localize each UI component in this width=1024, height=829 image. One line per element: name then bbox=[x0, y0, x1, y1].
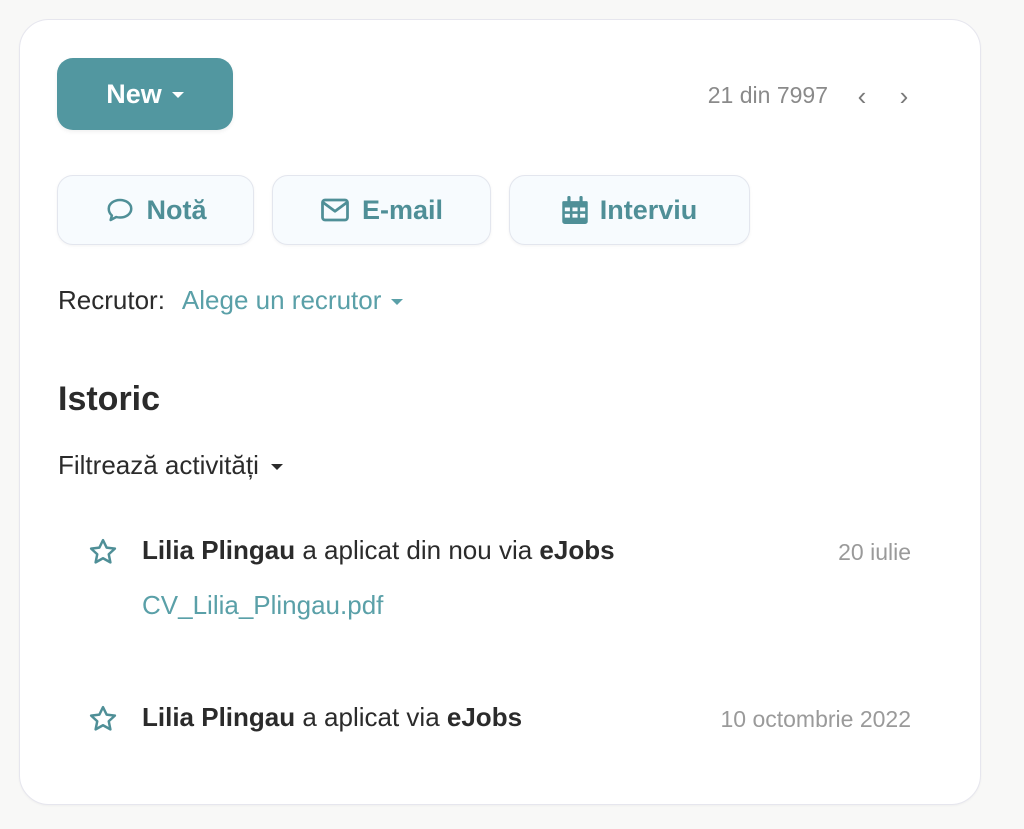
comment-icon bbox=[105, 195, 135, 225]
recruiter-label: Recrutor: bbox=[58, 285, 165, 315]
candidate-activity-card: New 21 din 7997 ‹ › Notă E-mail Interviu bbox=[19, 19, 981, 805]
recruiter-select[interactable]: Alege un recrutor bbox=[181, 285, 404, 316]
pagination-count: 21 din 7997 bbox=[707, 82, 828, 108]
recruiter-row: Recrutor: Alege un recrutor bbox=[58, 285, 404, 316]
note-button-label: Notă bbox=[146, 194, 207, 225]
new-dropdown-button[interactable]: New bbox=[57, 58, 233, 130]
history-entry: Lilia Plingau a aplicat via eJobs 10 oct… bbox=[88, 702, 911, 739]
chevron-left-icon[interactable]: ‹ bbox=[854, 83, 870, 109]
history-heading: Istoric bbox=[58, 380, 161, 418]
candidate-name[interactable]: Lilia Plingau bbox=[142, 535, 295, 565]
star-icon[interactable] bbox=[88, 537, 120, 572]
recruiter-select-placeholder: Alege un recrutor bbox=[181, 285, 382, 315]
calendar-icon bbox=[562, 196, 588, 224]
candidate-name[interactable]: Lilia Plingau bbox=[142, 702, 295, 732]
caret-down-icon bbox=[391, 299, 404, 305]
email-button[interactable]: E-mail bbox=[272, 175, 491, 245]
history-entry-action: a aplicat din nou via bbox=[295, 535, 540, 565]
star-icon[interactable] bbox=[88, 704, 120, 739]
envelope-icon bbox=[320, 197, 350, 223]
history-entry-action: a aplicat via bbox=[295, 702, 447, 732]
history-entry: Lilia Plingau a aplicat din nou via eJob… bbox=[88, 535, 911, 621]
interview-button[interactable]: Interviu bbox=[509, 175, 750, 245]
history-entry-text: Lilia Plingau a aplicat din nou via eJob… bbox=[142, 535, 838, 566]
new-button-label: New bbox=[106, 78, 162, 109]
source-name: eJobs bbox=[446, 702, 523, 732]
history-entry-text: Lilia Plingau a aplicat via eJobs bbox=[142, 702, 720, 733]
email-button-label: E-mail bbox=[361, 194, 444, 225]
action-buttons: Notă E-mail Interviu bbox=[57, 175, 750, 245]
interview-button-label: Interviu bbox=[599, 194, 698, 225]
caret-down-icon bbox=[171, 92, 184, 98]
pagination: 21 din 7997 ‹ › bbox=[708, 82, 912, 109]
source-name: eJobs bbox=[539, 535, 615, 565]
filter-activities-label: Filtrează activități bbox=[58, 450, 259, 480]
note-button[interactable]: Notă bbox=[57, 175, 254, 245]
filter-activities-dropdown[interactable]: Filtrează activități bbox=[58, 450, 283, 481]
caret-down-icon bbox=[270, 464, 283, 470]
chevron-right-icon[interactable]: › bbox=[896, 83, 912, 109]
history-entry-date: 10 octombrie 2022 bbox=[720, 706, 911, 732]
attachment-link[interactable]: CV_Lilia_Plingau.pdf bbox=[142, 590, 383, 621]
history-entry-date: 20 iulie bbox=[838, 539, 911, 565]
